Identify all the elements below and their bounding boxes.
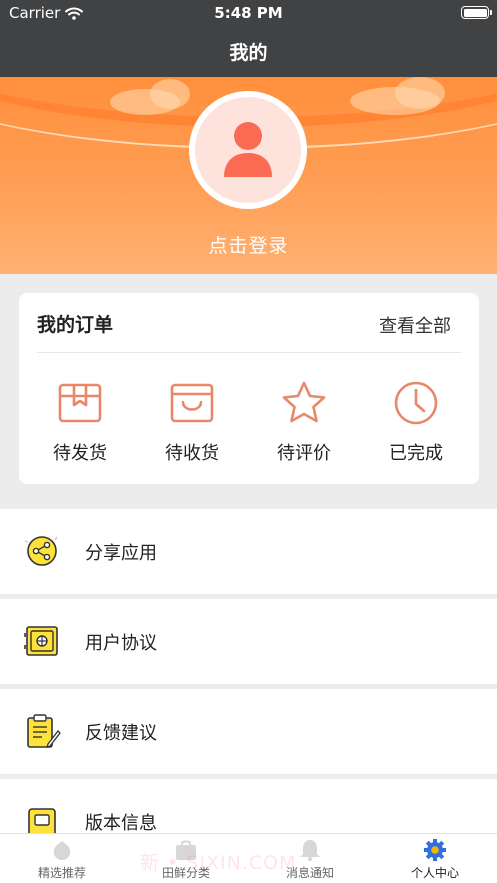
page-title: 我的 (229, 42, 268, 64)
menu-item-share-app[interactable]: 分享应用 (0, 509, 497, 594)
divider (37, 352, 461, 353)
status-time: 5:48 PM (214, 4, 283, 22)
watermark: 新 • SIXIN.COM (140, 852, 297, 874)
package-icon (58, 383, 102, 423)
tab-recommend[interactable]: 精选推荐 (0, 834, 124, 883)
menu-item-label: 用户协议 (85, 633, 157, 654)
menu-item-label: 分享应用 (85, 543, 157, 564)
clock-icon (394, 381, 438, 425)
menu-item-user-agreement[interactable]: 用户协议 (0, 599, 497, 684)
recommend-icon (53, 841, 71, 860)
orders-card: 我的订单 查看全部 待发货 待收货 待评价 已完成 (19, 293, 479, 484)
safe-icon (24, 626, 58, 656)
bell-icon (300, 840, 320, 862)
avatar[interactable] (189, 91, 307, 209)
share-icon (24, 536, 58, 566)
user-icon (224, 122, 272, 177)
order-status-pending-receipt[interactable]: 待收货 (142, 379, 242, 465)
status-bar: Carrier 5:48 PM (0, 0, 497, 26)
orders-title: 我的订单 (37, 314, 114, 336)
order-status-label: 待发货 (53, 443, 107, 464)
menu-item-feedback[interactable]: 反馈建议 (0, 689, 497, 774)
menu-item-label: 版本信息 (85, 813, 157, 834)
login-button[interactable]: 点击登录 (0, 231, 497, 258)
shopping-bag-icon (170, 383, 214, 423)
order-status-pending-review[interactable]: 待评价 (254, 379, 354, 465)
clipboard-icon (27, 714, 61, 749)
view-all-orders-link[interactable]: 查看全部 (379, 312, 451, 338)
order-status-pending-shipment[interactable]: 待发货 (30, 379, 130, 465)
gear-icon (424, 839, 446, 861)
avatar-inner (195, 97, 301, 203)
order-status-label: 待评价 (277, 443, 331, 464)
order-status-label: 已完成 (389, 443, 443, 464)
cloud-decoration (395, 77, 445, 109)
tab-label: 个人中心 (410, 866, 459, 880)
order-status-completed[interactable]: 已完成 (366, 379, 466, 465)
battery-icon (461, 6, 492, 19)
tab-profile[interactable]: 个人中心 (373, 834, 497, 883)
cloud-decoration (150, 79, 190, 109)
star-icon (282, 381, 326, 423)
profile-header: 点击登录 (0, 77, 497, 274)
menu-item-label: 反馈建议 (85, 723, 157, 744)
tab-label: 精选推荐 (37, 866, 86, 880)
order-status-label: 待收货 (165, 443, 219, 464)
navigation-bar: 我的 (0, 26, 497, 77)
